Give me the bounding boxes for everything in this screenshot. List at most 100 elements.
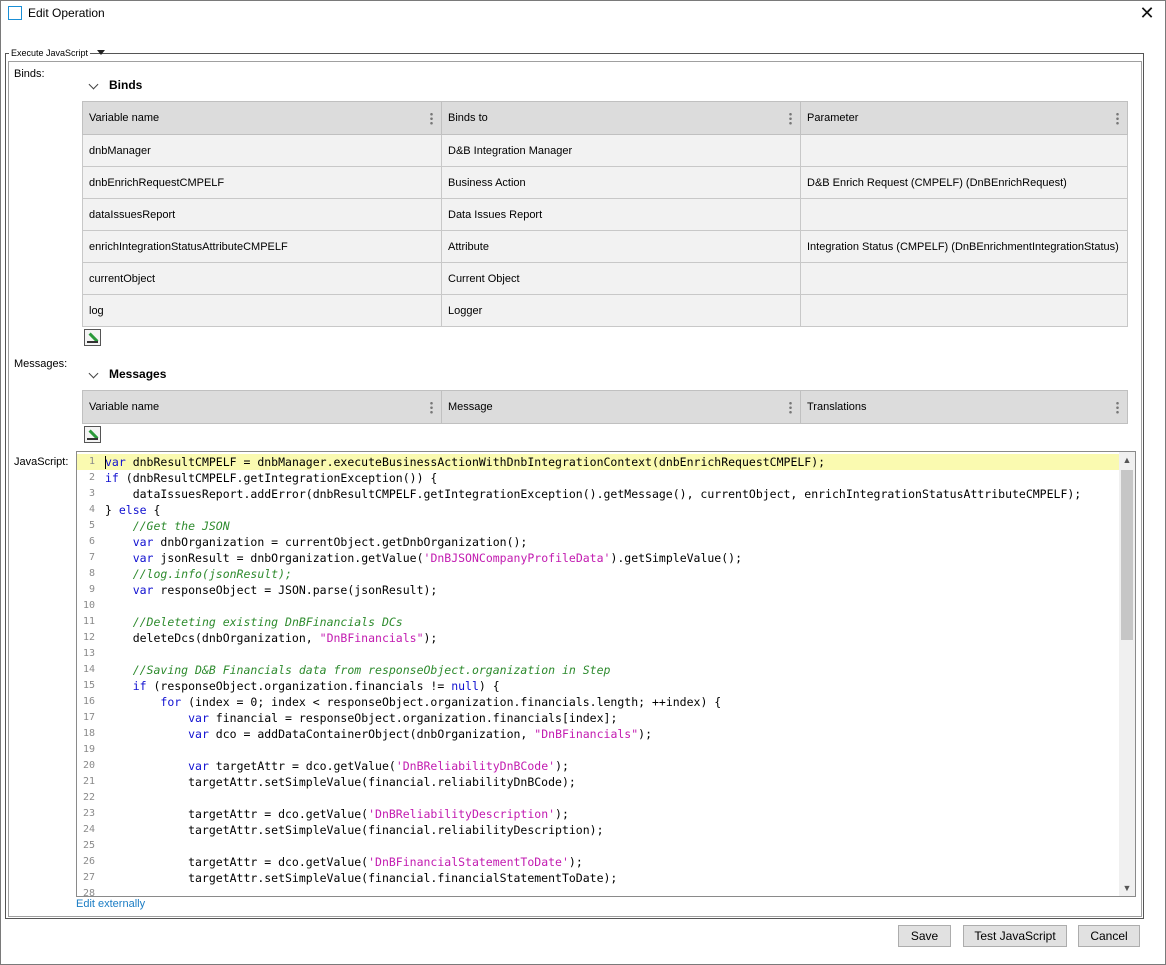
code-line[interactable]: 17 var financial = responseObject.organi… xyxy=(77,710,1120,726)
code-line[interactable]: 14 //Saving D&B Financials data from res… xyxy=(77,662,1120,678)
code-text[interactable]: var financial = responseObject.organizat… xyxy=(105,710,617,726)
edit-externally-link[interactable]: Edit externally xyxy=(76,898,145,910)
cell-variable-name[interactable]: dnbManager xyxy=(82,134,442,167)
cell-parameter[interactable] xyxy=(800,294,1128,327)
code-line[interactable]: 18 var dco = addDataContainerObject(dnbO… xyxy=(77,726,1120,742)
code-line[interactable]: 7 var jsonResult = dnbOrganization.getVa… xyxy=(77,550,1120,566)
code-text[interactable]: for (index = 0; index < responseObject.o… xyxy=(105,694,721,710)
code-area[interactable]: 1 var dnbResultCMPELF = dnbManager.execut… xyxy=(77,454,1120,896)
operation-type-dropdown-icon[interactable] xyxy=(97,50,105,55)
code-line[interactable]: 10 xyxy=(77,598,1120,614)
code-line[interactable]: 23 targetAttr = dco.getValue('DnBReliabi… xyxy=(77,806,1120,822)
cell-parameter[interactable] xyxy=(800,198,1128,231)
column-menu-icon[interactable] xyxy=(430,401,433,414)
test-javascript-button[interactable]: Test JavaScript xyxy=(963,925,1067,947)
column-menu-icon[interactable] xyxy=(430,112,433,125)
code-text[interactable]: if (dnbResultCMPELF.getIntegrationExcept… xyxy=(105,470,437,486)
column-header-binds-to[interactable]: Binds to xyxy=(441,101,801,135)
code-line[interactable]: 4} else { xyxy=(77,502,1120,518)
code-line[interactable]: 12 deleteDcs(dnbOrganization, "DnBFinanc… xyxy=(77,630,1120,646)
cancel-button[interactable]: Cancel xyxy=(1078,925,1140,947)
column-menu-icon[interactable] xyxy=(1116,112,1119,125)
code-text[interactable]: targetAttr.setSimpleValue(financial.reli… xyxy=(105,774,576,790)
code-text[interactable]: var dnbOrganization = currentObject.getD… xyxy=(105,534,528,550)
cell-variable-name[interactable]: dataIssuesReport xyxy=(82,198,442,231)
code-line[interactable]: 24 targetAttr.setSimpleValue(financial.r… xyxy=(77,822,1120,838)
table-row[interactable]: enrichIntegrationStatusAttributeCMPELF A… xyxy=(82,230,1128,263)
save-button[interactable]: Save xyxy=(898,925,951,947)
table-row[interactable]: dnbManager D&B Integration Manager xyxy=(82,134,1128,167)
cell-parameter[interactable]: Integration Status (CMPELF) (DnBEnrichme… xyxy=(800,230,1128,263)
code-line[interactable]: 3 dataIssuesReport.addError(dnbResultCMP… xyxy=(77,486,1120,502)
cell-binds-to[interactable]: Data Issues Report xyxy=(441,198,801,231)
column-header-translations[interactable]: Translations xyxy=(800,390,1128,424)
table-row[interactable]: log Logger xyxy=(82,294,1128,327)
code-line[interactable]: 15 if (responseObject.organization.finan… xyxy=(77,678,1120,694)
code-line[interactable]: 25 xyxy=(77,838,1120,854)
cell-binds-to[interactable]: Current Object xyxy=(441,262,801,295)
code-line[interactable]: 6 var dnbOrganization = currentObject.ge… xyxy=(77,534,1120,550)
column-header-parameter[interactable]: Parameter xyxy=(800,101,1128,135)
code-line[interactable]: 22 xyxy=(77,790,1120,806)
code-text[interactable]: targetAttr.setSimpleValue(financial.reli… xyxy=(105,822,603,838)
code-line[interactable]: 2 if (dnbResultCMPELF.getIntegrationExcep… xyxy=(77,470,1120,486)
close-button[interactable]: ✕ xyxy=(1136,3,1158,23)
table-row[interactable]: currentObject Current Object xyxy=(82,262,1128,295)
table-row[interactable]: dataIssuesReport Data Issues Report xyxy=(82,198,1128,231)
cell-parameter[interactable]: D&B Enrich Request (CMPELF) (DnBEnrichRe… xyxy=(800,166,1128,199)
column-menu-icon[interactable] xyxy=(1116,401,1119,414)
code-text[interactable]: targetAttr = dco.getValue('DnBReliabilit… xyxy=(105,806,569,822)
code-line[interactable]: 21 targetAttr.setSimpleValue(financial.r… xyxy=(77,774,1120,790)
cell-parameter[interactable] xyxy=(800,134,1128,167)
code-text[interactable]: var dnbResultCMPELF = dnbManager.execute… xyxy=(105,454,825,470)
cell-binds-to[interactable]: Logger xyxy=(441,294,801,327)
code-text[interactable]: } else { xyxy=(105,502,160,518)
scroll-down-icon[interactable]: ▼ xyxy=(1119,880,1135,896)
column-header-variable-name[interactable]: Variable name xyxy=(82,390,442,424)
code-text[interactable]: //log.info(jsonResult); xyxy=(105,566,292,582)
table-row[interactable]: dnbEnrichRequestCMPELF Business Action D… xyxy=(82,166,1128,199)
code-line[interactable]: 9 var responseObject = JSON.parse(jsonRe… xyxy=(77,582,1120,598)
column-menu-icon[interactable] xyxy=(789,112,792,125)
cell-variable-name[interactable]: currentObject xyxy=(82,262,442,295)
cell-binds-to[interactable]: Business Action xyxy=(441,166,801,199)
code-text[interactable]: targetAttr.setSimpleValue(financial.fina… xyxy=(105,870,617,886)
code-text[interactable]: dataIssuesReport.addError(dnbResultCMPEL… xyxy=(105,486,1082,502)
code-line[interactable]: 19 xyxy=(77,742,1120,758)
column-header-variable-name[interactable]: Variable name xyxy=(82,101,442,135)
code-text[interactable]: var jsonResult = dnbOrganization.getValu… xyxy=(105,550,742,566)
code-line[interactable]: 20 var targetAttr = dco.getValue('DnBRel… xyxy=(77,758,1120,774)
cell-binds-to[interactable]: Attribute xyxy=(441,230,801,263)
scrollbar-thumb[interactable] xyxy=(1121,470,1133,640)
code-text[interactable]: var responseObject = JSON.parse(jsonResu… xyxy=(105,582,438,598)
vertical-scrollbar[interactable]: ▲ ▼ xyxy=(1119,452,1135,896)
code-text[interactable]: targetAttr = dco.getValue('DnBFinancialS… xyxy=(105,854,583,870)
code-line[interactable]: 5 //Get the JSON xyxy=(77,518,1120,534)
code-text[interactable]: //Deleteting existing DnBFinancials DCs xyxy=(105,614,403,630)
code-line[interactable]: 28 xyxy=(77,886,1120,896)
code-text[interactable]: var targetAttr = dco.getValue('DnBReliab… xyxy=(105,758,569,774)
cell-binds-to[interactable]: D&B Integration Manager xyxy=(441,134,801,167)
code-line[interactable]: 13 xyxy=(77,646,1120,662)
code-text[interactable]: var dco = addDataContainerObject(dnbOrga… xyxy=(105,726,652,742)
cell-variable-name[interactable]: enrichIntegrationStatusAttributeCMPELF xyxy=(82,230,442,263)
edit-binds-button[interactable] xyxy=(84,329,101,346)
code-line[interactable]: 16 for (index = 0; index < responseObjec… xyxy=(77,694,1120,710)
cell-variable-name[interactable]: log xyxy=(82,294,442,327)
code-line[interactable]: 11 //Deleteting existing DnBFinancials D… xyxy=(77,614,1120,630)
code-line[interactable]: 8 //log.info(jsonResult); xyxy=(77,566,1120,582)
code-text[interactable]: //Saving D&B Financials data from respon… xyxy=(105,662,611,678)
javascript-editor[interactable]: 1 var dnbResultCMPELF = dnbManager.execut… xyxy=(76,451,1136,897)
code-text[interactable]: deleteDcs(dnbOrganization, "DnBFinancial… xyxy=(105,630,438,646)
column-header-message[interactable]: Message xyxy=(441,390,801,424)
cell-variable-name[interactable]: dnbEnrichRequestCMPELF xyxy=(82,166,442,199)
edit-messages-button[interactable] xyxy=(84,426,101,443)
scroll-up-icon[interactable]: ▲ xyxy=(1119,452,1135,468)
column-menu-icon[interactable] xyxy=(789,401,792,414)
code-line[interactable]: 27 targetAttr.setSimpleValue(financial.f… xyxy=(77,870,1120,886)
cell-parameter[interactable] xyxy=(800,262,1128,295)
code-line[interactable]: 26 targetAttr = dco.getValue('DnBFinanci… xyxy=(77,854,1120,870)
code-text[interactable]: if (responseObject.organization.financia… xyxy=(105,678,500,694)
code-line[interactable]: 1 var dnbResultCMPELF = dnbManager.execut… xyxy=(77,454,1120,470)
code-text[interactable]: //Get the JSON xyxy=(105,518,230,534)
